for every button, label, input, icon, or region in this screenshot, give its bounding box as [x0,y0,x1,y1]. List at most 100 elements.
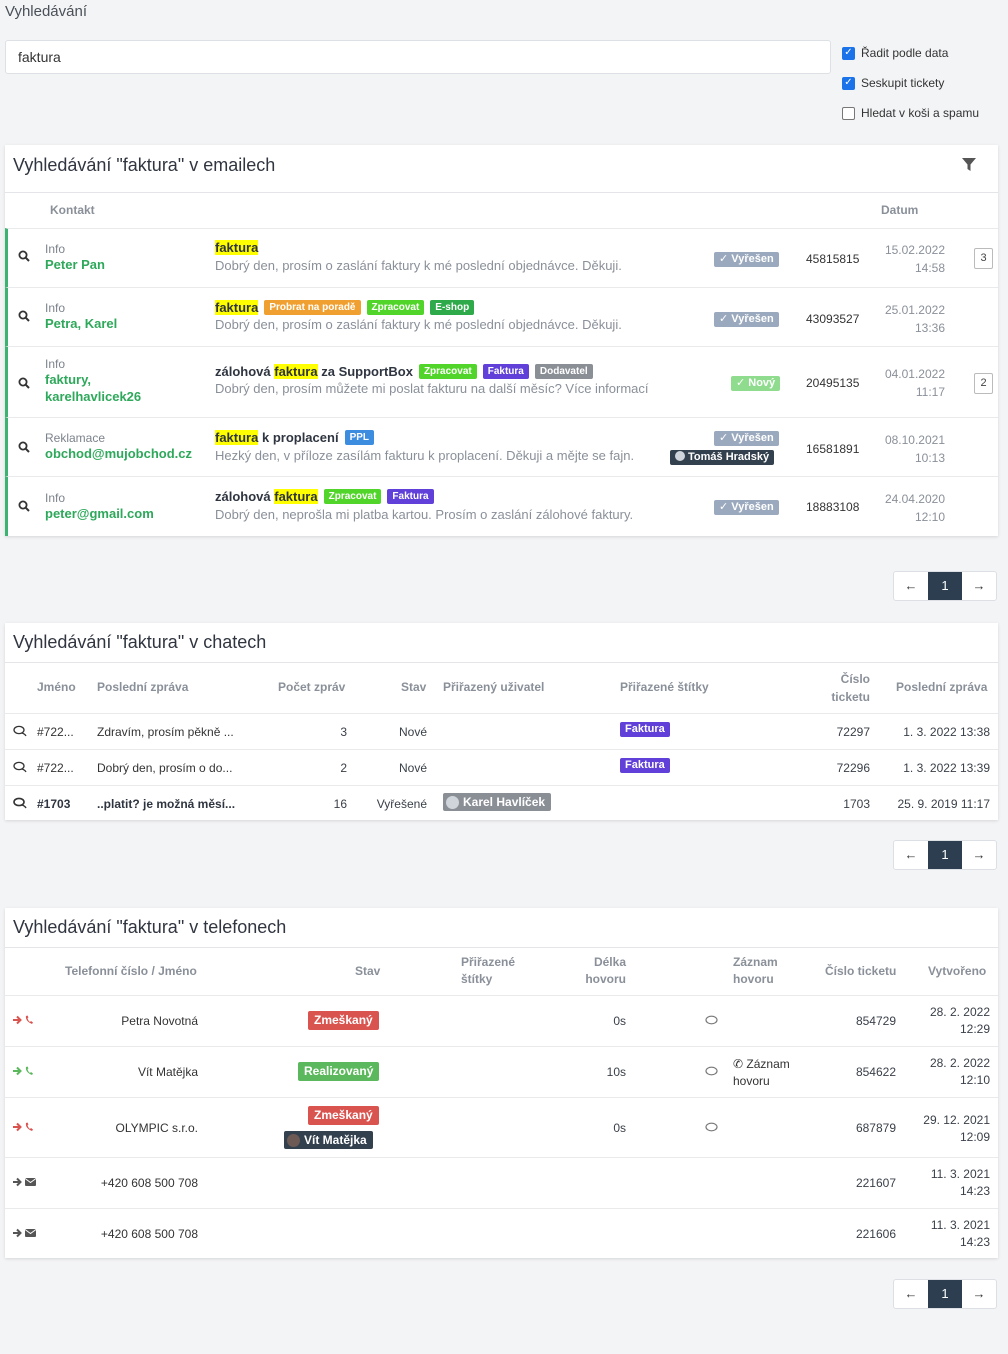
caller-name[interactable]: +420 608 500 708 [45,1176,198,1190]
chat-state: Nové [398,761,427,775]
call-created: 29. 12. 2021 12:09 [905,1112,990,1146]
caller-name[interactable]: Petra Novotná [45,1014,198,1028]
date-value: 08.10.2021 [884,433,945,447]
page-button[interactable]: 1 [928,1280,962,1308]
call-length: 10s [606,1065,626,1079]
call-ticket: 854622 [855,1065,896,1079]
call-recording-link[interactable]: ✆ Záznam hovoru [733,1056,790,1090]
header-line: hovoru [585,972,626,986]
phone-row[interactable]: +420 608 500 708 221606 11. 3. 2021 14:23 [5,1208,998,1258]
contact-name-2[interactable]: karelhavlicek26 [45,388,141,405]
header-line: hovoru [733,972,774,986]
chat-row[interactable]: #722... Zdravím, prosím pěkně ... 3 Nové… [5,713,998,749]
page-button[interactable]: 1 [928,572,962,600]
thread-count-badge[interactable]: 2 [974,373,993,394]
date-value: 28. 2. 2022 [929,1005,990,1019]
checkbox-checked-icon[interactable]: ✓ [842,46,855,60]
group-tickets-option[interactable]: ✓ Seskupit tickety [842,68,979,98]
next-page-button[interactable]: → [962,841,996,869]
subject-highlight: faktura [215,300,259,315]
comment-icon[interactable] [705,1066,718,1080]
subject-highlight: faktura [274,489,318,504]
chat-bubble-icon [13,797,27,812]
time-value: 12:10 [959,1073,990,1087]
phone-row[interactable]: Vít Matějka Realizovaný 10s ✆ Záznam hovo… [5,1046,998,1097]
next-page-button[interactable]: → [962,1280,996,1308]
call-created: 28. 2. 2022 12:29 [905,1004,990,1038]
filter-icon[interactable] [962,158,976,175]
email-row[interactable]: Info peter@gmail.com zálohová faktura Zpra… [5,476,998,536]
chat-ticket: 1703 [843,797,870,811]
chat-last-message: Dobrý den, prosím o do... [97,761,233,775]
chat-id[interactable]: #722... [37,725,74,739]
comment-icon[interactable] [705,1122,718,1136]
header-line: Délka [593,955,626,969]
email-subject[interactable]: zálohová faktura za SupportBox Zpracovat F… [215,364,655,379]
contact-name[interactable]: peter@gmail.com [45,505,154,522]
col-last-header: Poslední zpráva [896,680,988,694]
col-labels-header: Přiřazené štítky [461,954,515,988]
contact-name[interactable]: Petra, Karel [45,315,117,332]
thread-count-badge[interactable]: 3 [974,248,993,269]
contact-name[interactable]: obchod@mujobchod.cz [45,445,192,462]
time-value: 12:10 [914,510,945,524]
caller-name[interactable]: Vít Matějka [45,1065,198,1079]
ticket-number: 45815815 [806,252,860,266]
search-input[interactable]: faktura [5,40,831,74]
comment-icon[interactable] [705,1015,718,1029]
chat-message-count: 16 [333,797,347,811]
call-ticket: 687879 [855,1121,896,1135]
email-subject[interactable]: faktura Probrat na poradě Zpracovat E-shop [215,300,655,315]
chat-label: Faktura [620,758,670,773]
prev-page-button[interactable]: ← [894,1280,928,1308]
col-labels-header: Přiřazené štítky [620,680,709,694]
email-date: 08.10.2021 10:13 [885,431,945,467]
missed-call-icon [12,1014,38,1029]
option-label: Hledat v koši a spamu [861,106,980,120]
caller-name[interactable]: OLYMPIC s.r.o. [45,1121,198,1135]
page-button[interactable]: 1 [928,841,962,869]
phone-row[interactable]: +420 608 500 708 221607 11. 3. 2021 14:23 [5,1157,998,1208]
chat-id[interactable]: #722... [37,761,74,775]
time-value: 12:09 [959,1130,990,1144]
phone-row[interactable]: Petra Novotná Zmeškaný 0s 854729 28. 2. … [5,995,998,1046]
phones-panel: Vyhledávání "faktura" v telefonech Telef… [5,908,998,1258]
prev-page-button[interactable]: ← [894,841,928,869]
email-row[interactable]: Reklamace obchod@mujobchod.cz faktura k p… [5,417,998,476]
email-subject[interactable]: faktura k proplacení PPL [215,430,655,445]
chat-last-message: ..platit? je možná měsí... [97,797,236,811]
chat-id[interactable]: #1703 [37,797,70,811]
email-row[interactable]: Info Peter Pan faktura Dobrý den, prosím … [5,228,998,287]
ticket-number: 18883108 [806,500,860,514]
next-page-button[interactable]: → [962,572,996,600]
prev-page-button[interactable]: ← [894,572,928,600]
time-value: 12:29 [959,1022,990,1036]
checkbox-checked-icon[interactable]: ✓ [842,76,855,90]
chat-row[interactable]: #1703 ..platit? je možná měsí... 16 Vyře… [5,785,998,821]
email-subject[interactable]: zálohová faktura Zpracovat Faktura [215,489,655,504]
time-value: 13:36 [914,321,945,335]
checkbox-unchecked-icon[interactable] [842,106,855,120]
call-state: Zmeškaný [308,1106,379,1125]
phone-row[interactable]: OLYMPIC s.r.o. Zmeškaný Vít Matějka 0s 6… [5,1097,998,1157]
contact-name[interactable]: faktury, [45,371,141,388]
label-tag: Faktura [620,758,670,773]
call-ticket: 854729 [855,1014,896,1028]
email-subject[interactable]: faktura [215,240,655,255]
assignee-badge: Tomáš Hradský [670,450,775,465]
sort-by-date-option[interactable]: ✓ Řadit podle data [842,38,979,68]
search-trash-option[interactable]: Hledat v koši a spamu [842,98,979,128]
email-snippet: Dobrý den, neprošla mi platba kartou. Pr… [215,507,634,522]
col-name-header: Jméno [37,680,76,694]
contact-tag: Info [45,357,66,371]
email-row[interactable]: Info Petra, Karel faktura Probrat na porad… [5,287,998,346]
chat-row[interactable]: #722... Dobrý den, prosím o do... 2 Nové… [5,749,998,785]
contact-name[interactable]: Peter Pan [45,256,105,273]
email-row[interactable]: Info faktury, karelhavlicek26 zálohová fak… [5,346,998,417]
page-title: Vyhledávání [5,3,88,20]
user-name: Vít Matějka [304,1133,367,1147]
recording-label: hovoru [733,1074,770,1088]
col-count-header: Počet zpráv [278,680,346,694]
call-state: Realizovaný [298,1062,380,1081]
caller-name[interactable]: +420 608 500 708 [45,1227,198,1241]
